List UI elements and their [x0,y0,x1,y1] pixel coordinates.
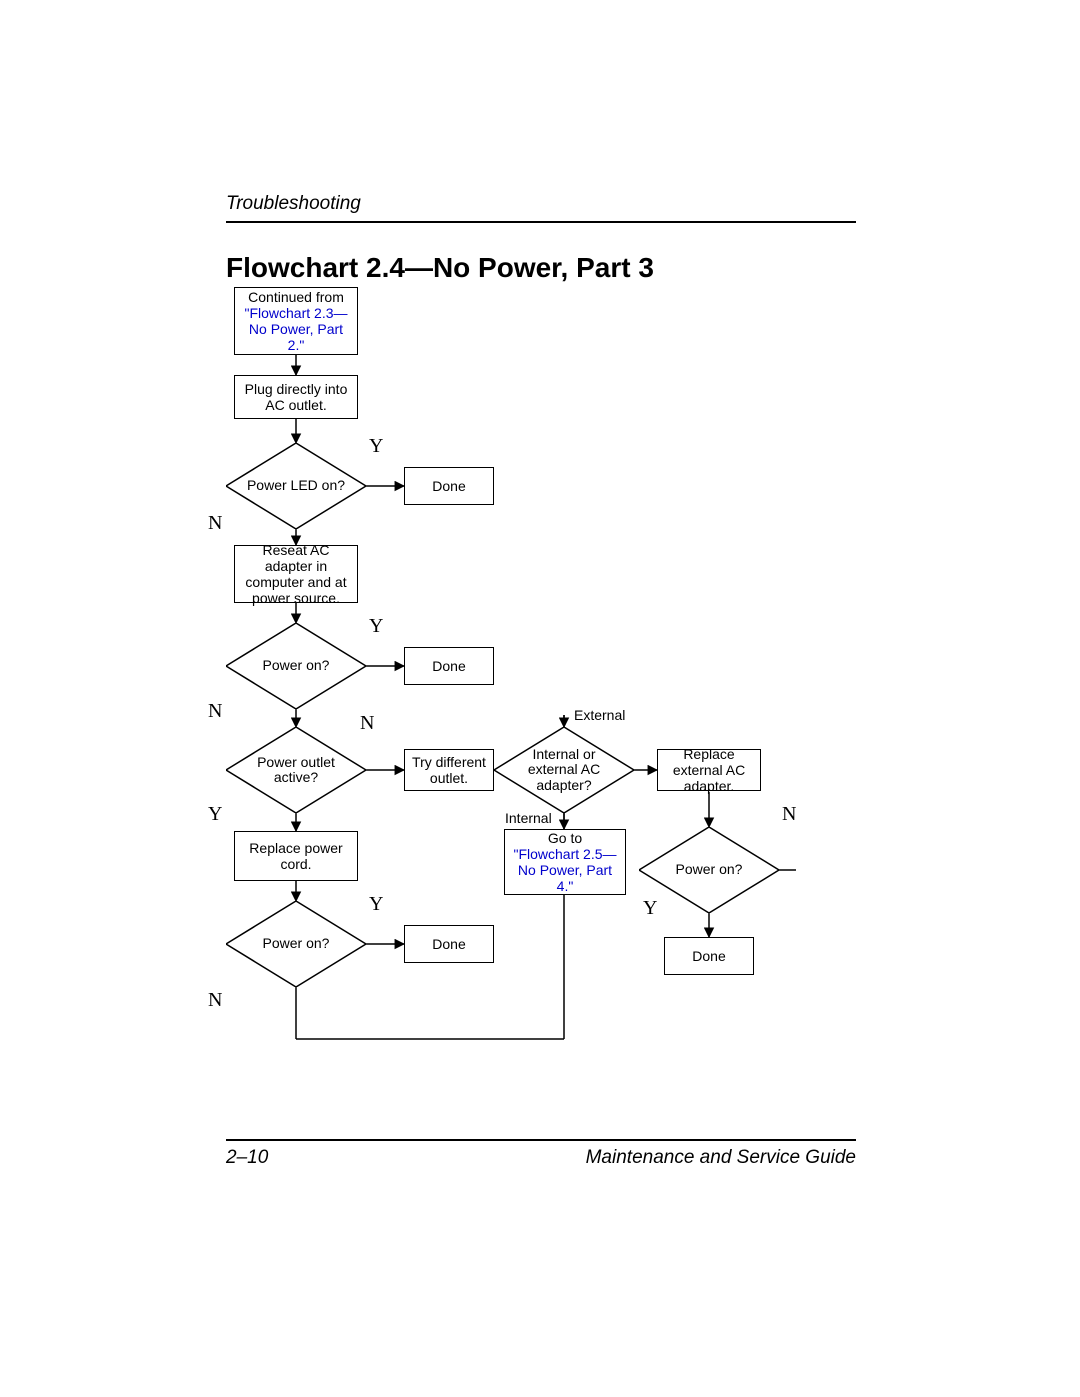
decision-power-led-label: Power LED on? [226,443,366,529]
edge-n-3: N [360,712,374,735]
edge-n-1: N [208,512,222,535]
edge-y-5: Y [643,897,657,920]
decision-power-led: Power LED on? [226,443,366,529]
node-done-3: Done [664,937,754,975]
node-reseat-adapter: Reseat AC adapter in computer and at pow… [234,545,358,603]
decision-power-on-2: Power on? [639,827,779,913]
node-done-1: Done [404,467,494,505]
node-replace-external-adapter: Replace external AC adapter. [657,749,761,791]
section-heading: Troubleshooting [226,193,856,215]
link-flowchart-2-3[interactable]: "Flowchart 2.3—No Power, Part 2." [239,305,353,353]
guide-title: Maintenance and Service Guide [586,1147,856,1169]
edge-y-2: Y [369,615,383,638]
edge-external: External [574,707,625,723]
goto-prefix: Go to [548,830,582,846]
edge-n-4: N [208,989,222,1012]
node-plug-ac: Plug directly into AC outlet. [234,375,358,419]
decision-power-on-3-label: Power on? [226,901,366,987]
edge-y-3: Y [208,803,222,826]
node-continued-from: Continued from "Flowchart 2.3—No Power, … [234,287,358,355]
decision-power-on-1-label: Power on? [226,623,366,709]
decision-outlet-active: Power outlet active? [226,727,366,813]
edge-n-2: N [208,700,222,723]
rule-bottom [226,1139,856,1141]
flowchart-canvas: Continued from "Flowchart 2.3—No Power, … [226,287,856,1117]
node-done-4: Done [404,925,494,963]
decision-power-on-3: Power on? [226,901,366,987]
edge-n-5: N [782,803,796,826]
node-done-2: Done [404,647,494,685]
continued-prefix: Continued from [248,289,344,305]
decision-power-on-1: Power on? [226,623,366,709]
edge-y-4: Y [369,893,383,916]
node-goto-flowchart-2-5: Go to "Flowchart 2.5—No Power, Part 4." [504,829,626,895]
link-flowchart-2-5[interactable]: "Flowchart 2.5—No Power, Part 4." [509,846,621,894]
page-title: Flowchart 2.4—No Power, Part 3 [226,252,654,284]
rule-top [226,221,856,223]
node-replace-cord: Replace power cord. [234,831,358,881]
node-try-outlet: Try different outlet. [404,749,494,791]
decision-internal-external-label: Internal or external AC adapter? [494,727,634,813]
edge-internal: Internal [505,810,552,826]
decision-outlet-active-label: Power outlet active? [226,727,366,813]
decision-power-on-2-label: Power on? [639,827,779,913]
decision-internal-external: Internal or external AC adapter? [494,727,634,813]
page-number: 2–10 [226,1147,268,1169]
edge-y-1: Y [369,435,383,458]
